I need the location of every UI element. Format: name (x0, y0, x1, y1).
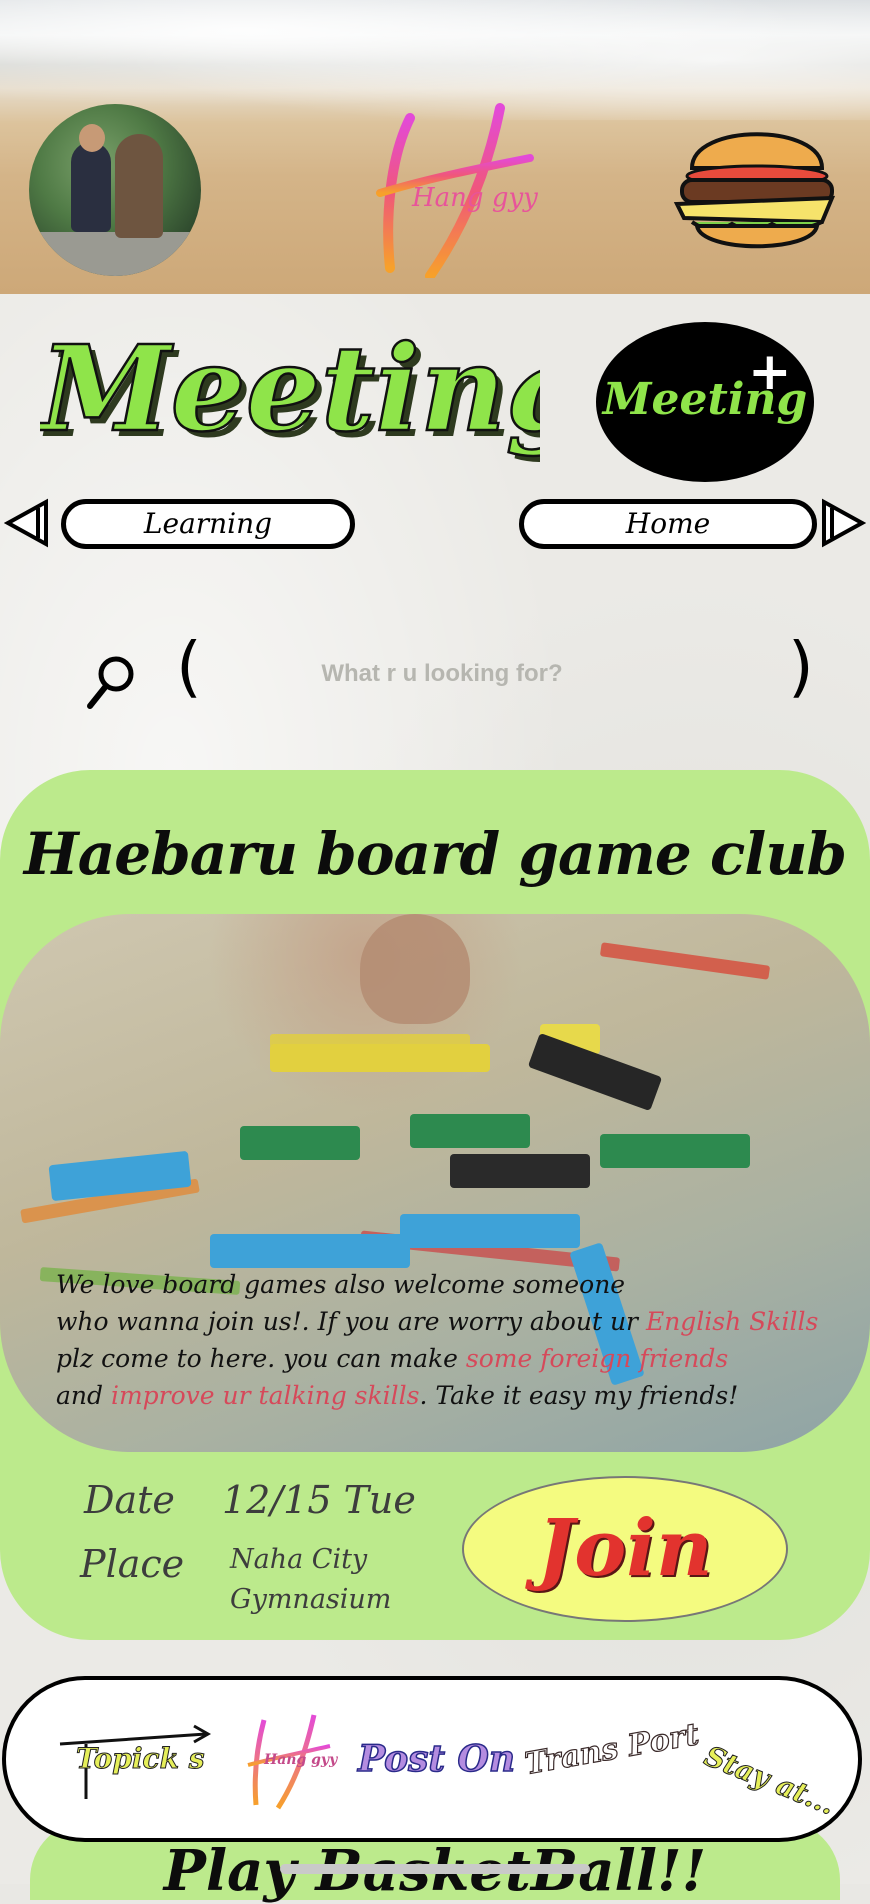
place-label: Place (80, 1542, 185, 1586)
place-line-2: Gymnasium (230, 1584, 392, 1615)
event-description: We love board games also welcome someone… (56, 1266, 870, 1414)
nav-home-logo[interactable]: Hang gyy (234, 1680, 344, 1840)
header-banner: Hang gyy (0, 0, 870, 294)
event-desc-line-4: and (56, 1381, 111, 1410)
next-section-home[interactable]: Home (519, 499, 817, 549)
join-button[interactable]: Join (462, 1476, 788, 1622)
search-icon[interactable] (84, 652, 140, 712)
date-label: Date (84, 1478, 175, 1522)
nav-home-label: Hang gyy (264, 1752, 338, 1768)
page-title: Meeting Meeting (40, 318, 540, 464)
next-arrow-icon[interactable] (818, 498, 866, 548)
prev-section-learning[interactable]: Learning (61, 499, 355, 549)
nav-stay-at[interactable]: Stay at... (686, 1680, 846, 1840)
event-desc-line-2: who wanna join us!. If you are worry abo… (56, 1307, 646, 1336)
app-logo[interactable]: Hang gyy (350, 98, 550, 278)
nav-post-on[interactable]: Post On (357, 1680, 516, 1840)
nav-transport[interactable]: Trans Port (522, 1680, 703, 1840)
svg-text:Hang gyy: Hang gyy (411, 183, 538, 213)
place-line-1: Naha City (230, 1544, 368, 1575)
join-label: Join (537, 1503, 713, 1594)
event-title: Haebaru board game club (23, 820, 847, 888)
highlight-foreign-friends: some foreign friends (465, 1344, 729, 1373)
place-value: Naha City Gymnasium (230, 1540, 391, 1620)
date-value: 12/15 Tue (222, 1478, 416, 1522)
highlight-talking-skills: improve ur talking skills (110, 1381, 420, 1410)
search-open-paren: ( (176, 628, 202, 705)
nav-topics-label: Topick s (75, 1742, 205, 1776)
event-desc-line-1: We love board games also welcome someone (56, 1270, 626, 1299)
nav-stay-at-label: Stay at... (699, 1739, 840, 1822)
new-meeting-button[interactable]: + Meeting (596, 322, 814, 482)
search-input[interactable] (210, 650, 674, 698)
event-desc-line-3: plz come to here. you can make (56, 1344, 466, 1373)
profile-avatar[interactable] (29, 104, 201, 276)
home-indicator (280, 1864, 590, 1874)
svg-text:Meeting: Meeting (40, 319, 540, 458)
search-bar: ( ) (80, 634, 820, 712)
new-meeting-label: Meeting (602, 374, 808, 425)
nav-post-on-label: Post On (357, 1737, 516, 1781)
event-desc-line-4-end: . Take it easy my friends! (419, 1381, 739, 1410)
prev-arrow-icon[interactable] (4, 498, 52, 548)
nav-transport-label: Trans Port (522, 1716, 703, 1783)
burger-icon[interactable] (672, 118, 842, 258)
search-close-paren: ) (788, 628, 814, 705)
highlight-english-skills: English Skills (645, 1307, 819, 1336)
bottom-nav: Topick s Hang gyy Post On Trans Port Sta… (2, 1676, 862, 1842)
nav-topics[interactable]: Topick s (56, 1680, 216, 1840)
